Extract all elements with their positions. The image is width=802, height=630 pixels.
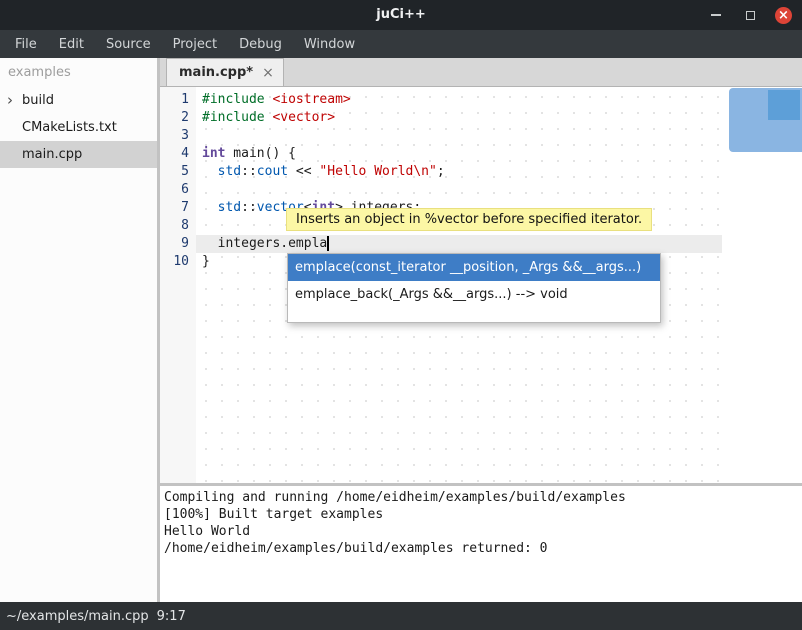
file-tree: ›build CMakeLists.txt main.cpp — [0, 87, 157, 168]
code-line[interactable]: std::cout << "Hello World\n"; — [196, 163, 722, 181]
line-number: 2 — [160, 109, 196, 127]
line-number: 10 — [160, 253, 196, 271]
titlebar: juCi++ × — [0, 0, 802, 30]
code-line[interactable]: integers.empla — [196, 235, 722, 253]
doc-tooltip: Inserts an object in %vector before spec… — [286, 208, 652, 231]
menu-file[interactable]: File — [4, 30, 48, 58]
close-button[interactable]: × — [775, 7, 792, 24]
code-segment — [202, 164, 218, 179]
status-cursor-position: 9:17 — [157, 609, 186, 624]
menu-project[interactable]: Project — [162, 30, 228, 58]
code-line[interactable]: #include <iostream> — [196, 91, 722, 109]
code-segment: cout — [257, 164, 288, 179]
code-line[interactable]: int main() { — [196, 145, 722, 163]
tree-item-cmakelists-txt[interactable]: CMakeLists.txt — [0, 114, 157, 141]
line-number: 4 — [160, 145, 196, 163]
menubar: FileEditSourceProjectDebugWindow — [0, 30, 802, 58]
terminal-line: Compiling and running /home/eidheim/exam… — [164, 489, 802, 506]
code-segment: #include — [202, 110, 265, 125]
terminal-line: Hello World — [164, 523, 802, 540]
completion-popup: emplace(const_iterator __position, _Args… — [287, 253, 661, 323]
app-window: juCi++ × FileEditSourceProjectDebugWindo… — [0, 0, 802, 630]
tree-item-main-cpp[interactable]: main.cpp — [0, 141, 157, 168]
terminal-output[interactable]: Compiling and running /home/eidheim/exam… — [160, 486, 802, 602]
statusbar: ~/examples/main.cpp 9:17 — [0, 602, 802, 630]
editor-column: main.cpp* × 12345678910 #include <iostre… — [160, 58, 802, 602]
text-cursor — [327, 236, 329, 251]
line-number: 8 — [160, 217, 196, 235]
code-segment: std — [218, 200, 241, 215]
code-segment: int — [202, 146, 225, 161]
code-segment: main() { — [225, 146, 295, 161]
code-segment: std — [218, 164, 241, 179]
code-segment: #include — [202, 92, 265, 107]
close-icon: × — [778, 7, 789, 24]
menu-debug[interactable]: Debug — [228, 30, 293, 58]
tab-main-cpp[interactable]: main.cpp* × — [166, 58, 284, 86]
chevron-right-icon[interactable]: › — [7, 91, 13, 109]
menu-window[interactable]: Window — [293, 30, 366, 58]
line-number: 7 — [160, 199, 196, 217]
code-segment: } — [202, 254, 210, 269]
terminal-line: /home/eidheim/examples/build/examples re… — [164, 540, 802, 557]
terminal-line: [100%] Built target examples — [164, 506, 802, 523]
tabbar: main.cpp* × — [160, 58, 802, 87]
line-number-gutter: 12345678910 — [160, 87, 196, 483]
scroll-overview[interactable] — [729, 88, 802, 152]
code-editor[interactable]: 12345678910 #include <iostream>#include … — [160, 87, 802, 483]
code-segment: :: — [241, 164, 257, 179]
window-title: juCi++ — [0, 0, 802, 30]
restore-icon — [746, 11, 755, 20]
tree-item-build[interactable]: ›build — [0, 87, 157, 114]
code-line[interactable]: #include <vector> — [196, 109, 722, 127]
line-number: 5 — [160, 163, 196, 181]
restore-button[interactable] — [741, 6, 759, 24]
menu-edit[interactable]: Edit — [48, 30, 95, 58]
code-line[interactable] — [196, 127, 722, 145]
code-segment: :: — [241, 200, 257, 215]
status-file-path: ~/examples/main.cpp — [6, 609, 149, 624]
project-name: examples — [0, 58, 157, 87]
tree-item-label: CMakeLists.txt — [0, 120, 117, 135]
line-number: 1 — [160, 91, 196, 109]
code-line[interactable] — [196, 181, 722, 199]
main-content: examples ›build CMakeLists.txt main.cpp ma… — [0, 58, 802, 602]
minimize-button[interactable] — [707, 6, 725, 24]
tree-item-label: main.cpp — [0, 147, 82, 162]
code-segment: <iostream> — [272, 92, 350, 107]
tab-close-icon[interactable]: × — [262, 65, 274, 81]
line-number: 3 — [160, 127, 196, 145]
tab-label: main.cpp* — [179, 65, 253, 80]
file-tree-panel: examples ›build CMakeLists.txt main.cpp — [0, 58, 157, 602]
line-number: 6 — [160, 181, 196, 199]
line-number: 9 — [160, 235, 196, 253]
code-segment — [202, 200, 218, 215]
scroll-overview-thumb[interactable] — [768, 90, 800, 120]
code-segment: <vector> — [272, 110, 335, 125]
code-segment: << — [288, 164, 319, 179]
window-controls: × — [707, 0, 792, 30]
completion-item[interactable]: emplace(const_iterator __position, _Args… — [288, 254, 660, 281]
code-segment: "Hello World\n" — [319, 164, 436, 179]
code-segment: ; — [437, 164, 445, 179]
completion-item[interactable]: emplace_back(_Args &&__args...) --> void — [288, 281, 660, 308]
minimize-icon — [711, 14, 721, 16]
menu-source[interactable]: Source — [95, 30, 162, 58]
code-segment: integers.empla — [202, 236, 327, 251]
